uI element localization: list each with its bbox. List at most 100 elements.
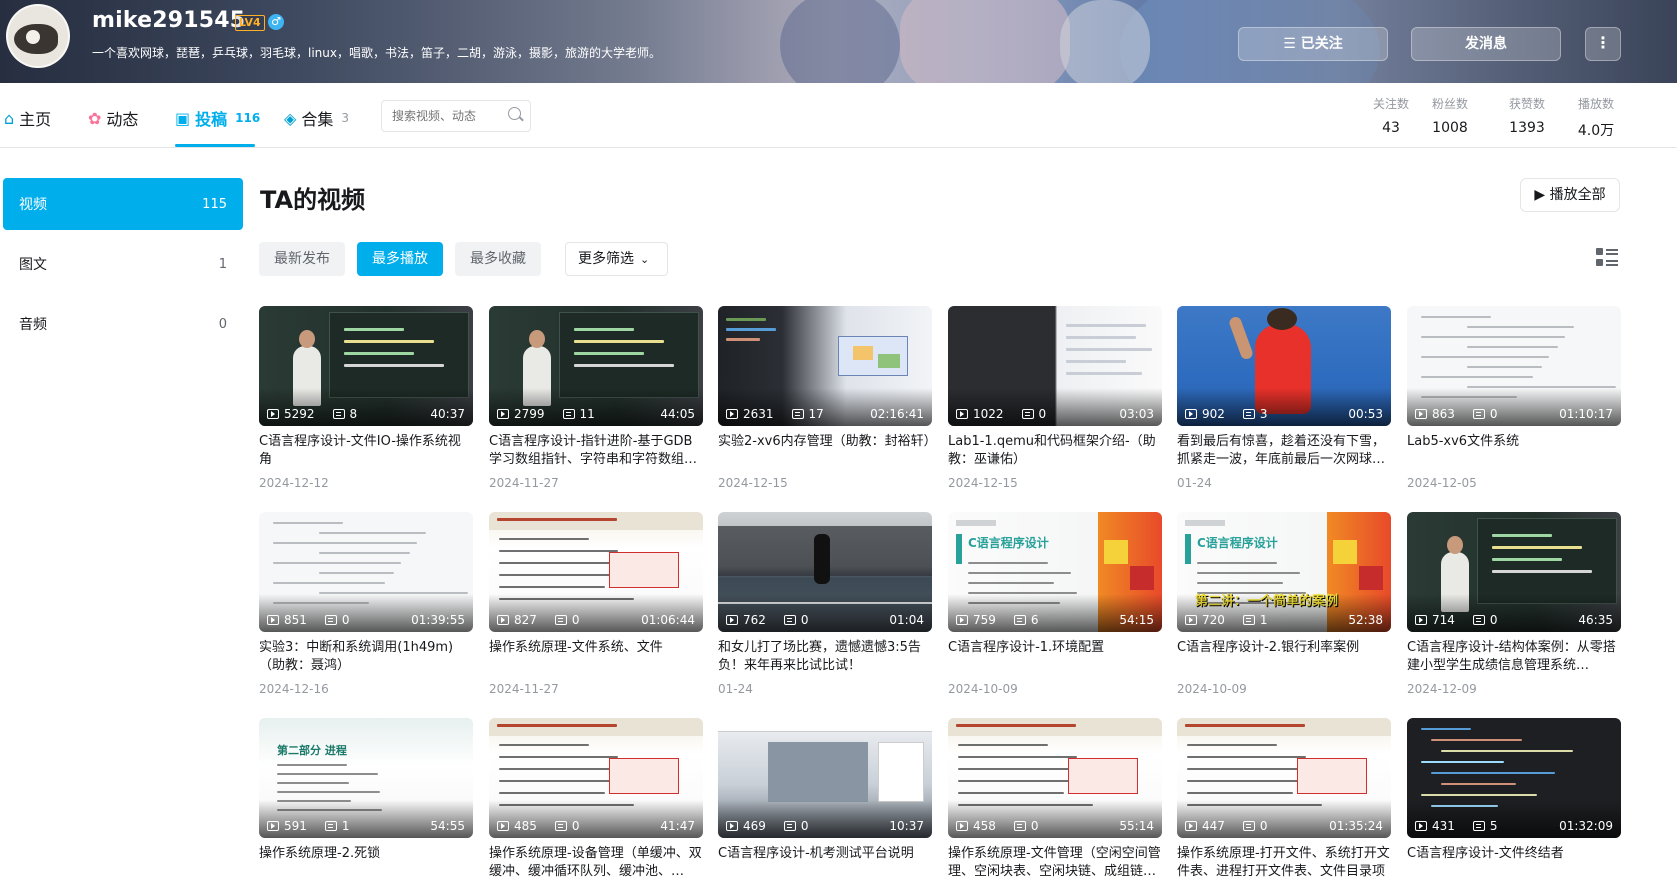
video-title[interactable]: 操作系统原理-文件系统、文件: [489, 639, 703, 675]
video-title[interactable]: Lab5-xv6文件系统: [1407, 433, 1621, 469]
video-duration: 00:53: [1348, 407, 1383, 421]
video-date: 2024-10-09: [1177, 682, 1247, 696]
video-thumbnail[interactable]: 469 0 10:37: [718, 718, 932, 838]
danmaku-count: 0: [1030, 819, 1039, 833]
danmaku-icon: [1472, 821, 1485, 831]
danmaku-count: 0: [1489, 407, 1498, 421]
filter-most-played[interactable]: 最多播放: [357, 242, 443, 276]
tab-dynamic[interactable]: ✿ 动态: [88, 105, 138, 131]
video-title[interactable]: C语言程序设计-文件终结者: [1407, 845, 1621, 881]
play-count-icon: [956, 821, 968, 831]
sidebar-item-article[interactable]: 图文 1: [3, 238, 243, 290]
video-title[interactable]: 看到最后有惊喜，趁着还没有下雪，抓紧走一波，年底前最后一次网球约球: [1177, 433, 1391, 469]
play-count: 827: [514, 613, 537, 627]
video-title[interactable]: C语言程序设计-指针进阶-基于GDB学习数组指针、字符串和字符数组的区别: [489, 433, 703, 469]
danmaku-icon: [1472, 409, 1485, 419]
play-count: 720: [1202, 613, 1225, 627]
video-title[interactable]: C语言程序设计-1.环境配置: [948, 639, 1162, 675]
video-thumbnail[interactable]: 1022 0 03:03: [948, 306, 1162, 426]
video-thumbnail[interactable]: 863 0 01:10:17: [1407, 306, 1621, 426]
chevron-down-icon: ⌄: [640, 253, 650, 266]
play-icon: ▶: [1534, 187, 1550, 203]
tv-icon: ▣: [175, 108, 191, 128]
video-title[interactable]: 操作系统原理-2.死锁: [259, 845, 473, 881]
video-date: 2024-12-05: [1407, 476, 1477, 490]
video-thumbnail[interactable]: 第二部分 进程 591 1 54:55: [259, 718, 473, 838]
danmaku-icon: [1021, 409, 1034, 419]
play-count-icon: [497, 821, 509, 831]
video-title[interactable]: 和女儿打了场比赛，遗憾遗憾3:5告负！来年再来比试比试！: [718, 639, 932, 675]
video-thumbnail[interactable]: 447 0 01:35:24: [1177, 718, 1391, 838]
filter-latest[interactable]: 最新发布: [259, 242, 345, 276]
search-icon[interactable]: [508, 107, 521, 120]
sidebar-item-audio[interactable]: 音频 0: [3, 298, 243, 350]
play-count: 5292: [284, 407, 315, 421]
video-title[interactable]: Lab1-1.qemu和代码框架介绍-（助教：巫谦佑）: [948, 433, 1162, 469]
video-thumbnail[interactable]: 762 0 01:04: [718, 512, 932, 632]
menu-icon: ☰: [1283, 36, 1301, 52]
danmaku-count: 0: [1259, 819, 1268, 833]
video-title[interactable]: 实验2-xv6内存管理（助教：封裕轩）: [718, 433, 932, 469]
video-thumbnail[interactable]: 714 0 46:35: [1407, 512, 1621, 632]
danmaku-count: 0: [341, 613, 350, 627]
play-count-icon: [497, 409, 509, 419]
video-duration: 54:15: [1119, 613, 1154, 627]
avatar[interactable]: [6, 4, 70, 68]
more-filter-dropdown[interactable]: 更多筛选 ⌄: [565, 242, 668, 276]
video-title[interactable]: 操作系统原理-设备管理（单缓冲、双缓冲、缓冲循环队列、缓冲池、spooling）: [489, 845, 703, 881]
play-count-icon: [1185, 615, 1197, 625]
tab-uploads[interactable]: ▣ 投稿 116: [175, 105, 260, 131]
danmaku-count: 8: [349, 407, 358, 421]
layers-icon: ◈: [284, 108, 297, 128]
video-title[interactable]: 操作系统原理-打开文件、系统打开文件表、进程打开文件表、文件目录项: [1177, 845, 1391, 881]
video-thumbnail[interactable]: 827 0 01:06:44: [489, 512, 703, 632]
message-button[interactable]: 发消息: [1411, 27, 1561, 61]
danmaku-count: 11: [579, 407, 595, 421]
play-count: 591: [284, 819, 307, 833]
video-thumbnail[interactable]: 458 0 55:14: [948, 718, 1162, 838]
follow-button[interactable]: ☰ 已关注: [1238, 27, 1388, 61]
video-thumbnail[interactable]: C语言程序设计第二讲：一个简单的案例720152:38: [1177, 512, 1391, 632]
play-count-icon: [1415, 821, 1427, 831]
gender-male-icon: ♂: [268, 14, 284, 30]
tab-collections[interactable]: ◈ 合集 3: [284, 105, 349, 131]
video-thumbnail[interactable]: 431 5 01:32:09: [1407, 718, 1621, 838]
play-count-icon: [1185, 409, 1197, 419]
video-thumbnail[interactable]: 2631 17 02:16:41: [718, 306, 932, 426]
video-title[interactable]: 实验3：中断和系统调用(1h49m)（助教：聂鸿）: [259, 639, 473, 675]
video-thumbnail[interactable]: 485 0 41:47: [489, 718, 703, 838]
filter-most-favorited[interactable]: 最多收藏: [455, 242, 541, 276]
play-count-icon: [956, 409, 968, 419]
play-all-button[interactable]: ▶ 播放全部: [1520, 178, 1620, 212]
danmaku-count: 0: [571, 613, 580, 627]
stat-fans[interactable]: 粉丝数 1008: [1420, 95, 1480, 136]
video-title[interactable]: 操作系统原理-文件管理（空闲空间管理、空闲块表、空闲块链、成组链接法）: [948, 845, 1162, 881]
play-count: 2799: [514, 407, 545, 421]
danmaku-icon: [562, 409, 575, 419]
danmaku-icon: [1013, 821, 1026, 831]
danmaku-icon: [783, 615, 796, 625]
video-title[interactable]: C语言程序设计-文件IO-操作系统视角: [259, 433, 473, 469]
video-thumbnail[interactable]: 2799 11 44:05: [489, 306, 703, 426]
video-title[interactable]: C语言程序设计-结构体案例：从零搭建小型学生成绩信息管理系统（Linux）: [1407, 639, 1621, 675]
stat-following[interactable]: 关注数 43: [1361, 95, 1421, 136]
sidebar-item-video[interactable]: 视频 115: [3, 178, 243, 230]
video-duration: 01:35:24: [1329, 819, 1383, 833]
video-thumbnail[interactable]: C语言程序设计 759 6 54:15: [948, 512, 1162, 632]
video-title[interactable]: C语言程序设计-机考测试平台说明: [718, 845, 932, 881]
video-thumbnail[interactable]: 851 0 01:39:55: [259, 512, 473, 632]
video-date: 2024-11-27: [489, 476, 559, 490]
video-title[interactable]: C语言程序设计-2.银行利率案例: [1177, 639, 1391, 675]
tab-home[interactable]: ⌂ 主页: [4, 105, 51, 131]
danmaku-icon: [324, 821, 337, 831]
list-view-icon[interactable]: [1596, 248, 1618, 268]
video-duration: 03:03: [1119, 407, 1154, 421]
danmaku-count: 5: [1489, 819, 1498, 833]
play-count: 863: [1432, 407, 1455, 421]
video-thumbnail[interactable]: 902 3 00:53: [1177, 306, 1391, 426]
play-count-icon: [267, 615, 279, 625]
video-thumbnail[interactable]: 5292 8 40:37: [259, 306, 473, 426]
page-title: TA的视频: [260, 186, 366, 214]
video-date: 2024-12-09: [1407, 682, 1477, 696]
more-options-icon[interactable]: ⋮: [1585, 27, 1621, 61]
